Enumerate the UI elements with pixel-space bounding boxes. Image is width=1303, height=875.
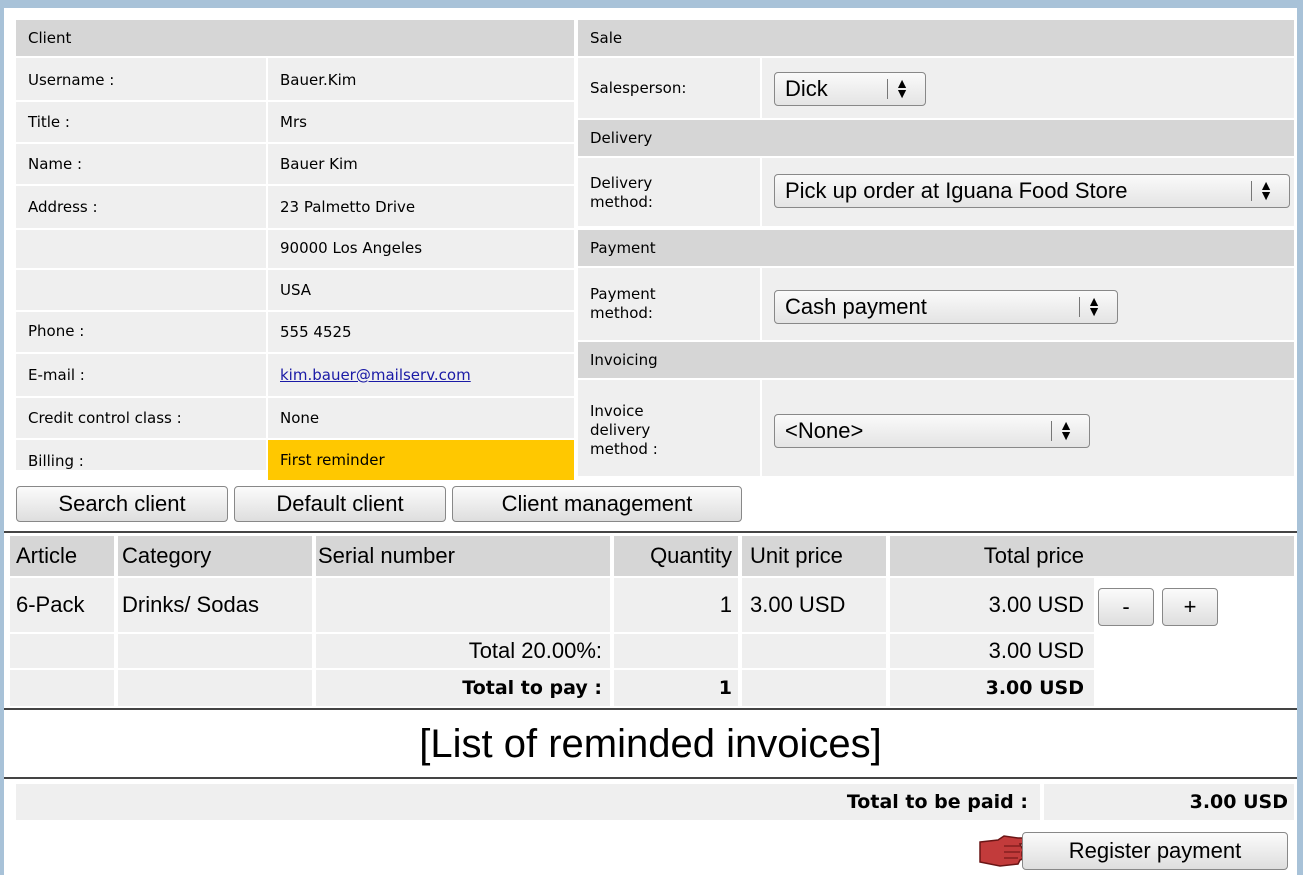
invoice-label-line1: Invoice [590, 401, 644, 420]
row-divider [16, 352, 574, 354]
select-separator [887, 79, 888, 99]
item-serial [318, 578, 608, 632]
salesperson-select[interactable]: Dick ▲ ▼ [774, 72, 926, 106]
invoice-delivery-method-label: Invoice delivery method : [578, 390, 760, 470]
address-line2-value: 90000 Los Angeles [280, 239, 423, 257]
select-separator [1051, 421, 1052, 441]
name-label: Name : [28, 155, 83, 173]
select-separator [1079, 297, 1080, 317]
row-divider [16, 184, 574, 186]
address-line1-value: 23 Palmetto Drive [280, 198, 416, 216]
row-divider [16, 142, 574, 144]
invoice-label-line3: method : [590, 439, 658, 458]
search-client-button[interactable]: Search client [16, 486, 228, 522]
window-frame: Client Username : Title : Name : Address… [0, 0, 1303, 875]
section-divider [4, 531, 1297, 533]
total-quantity: 1 [718, 677, 732, 699]
row-divider [16, 396, 574, 398]
phone-label: Phone : [28, 322, 85, 340]
payment-header-label: Payment [590, 239, 656, 257]
credit-class-label: Credit control class : [28, 409, 182, 427]
total-to-be-paid-value: 3.00 USD [1189, 791, 1288, 813]
tax-value: 3.00 USD [988, 638, 1084, 663]
sale-header: Sale [578, 20, 1294, 56]
address-label: Address : [28, 198, 98, 216]
default-client-button[interactable]: Default client [234, 486, 446, 522]
email-link[interactable]: kim.bauer@mailserv.com [280, 366, 471, 384]
cart-column-divider [312, 536, 316, 706]
cart-column-divider [738, 536, 742, 706]
delivery-method-select[interactable]: Pick up order at Iguana Food Store ▲ ▼ [774, 174, 1290, 208]
invoice-label-line2: delivery [590, 420, 651, 439]
total-to-pay-value: 3.00 USD [985, 677, 1084, 699]
reminded-invoices-title: [List of reminded invoices] [419, 721, 882, 766]
invoice-delivery-selected: <None> [785, 418, 864, 443]
title-label: Title : [28, 113, 70, 131]
name-value: Bauer Kim [280, 155, 358, 173]
frame-right-border [1297, 0, 1303, 875]
decrease-quantity-button[interactable]: - [1098, 588, 1154, 626]
delivery-method-selected: Pick up order at Iguana Food Store [785, 178, 1128, 203]
col-unit-price: Unit price [750, 543, 843, 568]
chevron-updown-icon: ▲ ▼ [895, 75, 909, 101]
col-quantity: Quantity [650, 543, 732, 568]
email-value: kim.bauer@mailserv.com [268, 356, 574, 394]
col-category: Category [122, 543, 212, 568]
tax-label: Total 20.00%: [468, 638, 602, 663]
section-divider [4, 777, 1297, 779]
client-header: Client [16, 20, 574, 56]
payment-method-label: Payment method: [578, 276, 760, 332]
chevron-updown-icon: ▲ ▼ [1059, 417, 1073, 443]
invoicing-header-label: Invoicing [590, 351, 658, 369]
item-unit-price: 3.00 USD [750, 592, 846, 617]
section-divider [4, 708, 1297, 710]
salesperson-label: Salesperson: [590, 79, 687, 97]
billing-value: First reminder [268, 440, 574, 480]
address-country-value: USA [280, 281, 312, 299]
payment-header: Payment [578, 230, 1294, 266]
username-value: Bauer.Kim [280, 71, 357, 89]
payment-label-line2: method: [590, 304, 653, 322]
email-label: E-mail : [28, 366, 85, 384]
total-to-be-paid-label: Total to be paid : [846, 791, 1028, 813]
chevron-updown-icon: ▲ ▼ [1259, 177, 1273, 203]
select-separator [1251, 181, 1252, 201]
billing-label: Billing : [28, 452, 84, 470]
invoicing-header: Invoicing [578, 342, 1294, 378]
delivery-label-line1: Delivery [590, 174, 653, 192]
cart-column-divider [114, 536, 118, 706]
increase-quantity-button[interactable]: + [1162, 588, 1218, 626]
delivery-header-label: Delivery [590, 129, 653, 147]
item-quantity: 1 [719, 592, 732, 617]
delivery-method-label: Delivery method: [578, 166, 760, 220]
frame-top-border [0, 0, 1303, 8]
sale-header-label: Sale [590, 29, 623, 47]
payment-method-select[interactable]: Cash payment ▲ ▼ [774, 290, 1118, 324]
col-article: Article [16, 543, 78, 568]
username-label: Username : [28, 71, 115, 89]
salesperson-selected: Dick [785, 76, 828, 101]
chevron-updown-icon: ▲ ▼ [1087, 293, 1101, 319]
credit-class-value: None [280, 409, 320, 427]
row-divider [16, 268, 574, 270]
delivery-label-line2: method: [590, 193, 653, 211]
item-total-price: 3.00 USD [988, 592, 1084, 617]
item-category: Drinks/ Sodas [122, 592, 259, 617]
cart-column-divider [886, 536, 890, 706]
delivery-header: Delivery [578, 120, 1294, 156]
row-divider [16, 100, 574, 102]
cart-column-divider [610, 536, 614, 706]
client-header-label: Client [28, 29, 72, 47]
payment-label-line1: Payment [590, 285, 656, 303]
client-management-button[interactable]: Client management [452, 486, 742, 522]
col-total-price: Total price [983, 543, 1084, 568]
total-to-pay-label: Total to pay : [462, 677, 602, 699]
invoice-delivery-select[interactable]: <None> ▲ ▼ [774, 414, 1090, 448]
col-serial: Serial number [318, 543, 455, 568]
title-value: Mrs [280, 113, 307, 131]
payment-method-selected: Cash payment [785, 294, 927, 319]
item-article: 6-Pack [16, 592, 85, 617]
phone-value: 555 4525 [280, 323, 352, 341]
register-payment-button[interactable]: Register payment [1022, 832, 1288, 870]
